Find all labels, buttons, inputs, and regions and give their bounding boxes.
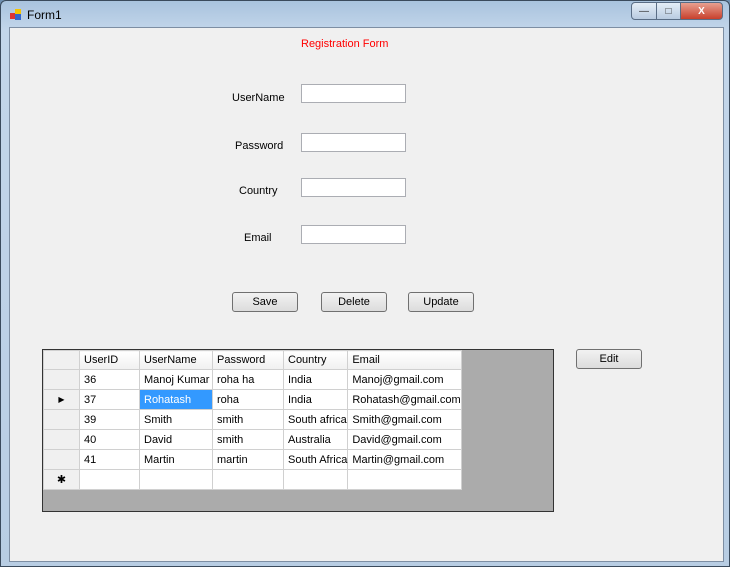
- table-row[interactable]: 40 David smith Australia David@gmail.com: [43, 429, 462, 450]
- cell[interactable]: 37: [79, 389, 140, 410]
- new-row-asterisk-icon[interactable]: ✱: [43, 469, 80, 490]
- column-header-email[interactable]: Email: [347, 350, 462, 370]
- maximize-button[interactable]: □: [656, 2, 681, 20]
- minimize-button[interactable]: —: [631, 2, 657, 20]
- window-title: Form1: [27, 8, 62, 22]
- cell[interactable]: Smith: [139, 409, 213, 430]
- users-data-grid[interactable]: UserID UserName Password Country Email 3…: [42, 349, 554, 512]
- cell[interactable]: India: [282, 389, 349, 410]
- window-frame: Form1 — □ X Registration Form UserName P…: [0, 0, 730, 567]
- cell[interactable]: roha ha: [212, 369, 284, 390]
- row-header[interactable]: [43, 449, 80, 470]
- update-button[interactable]: Update: [408, 292, 474, 312]
- cell[interactable]: David: [139, 429, 213, 450]
- cell[interactable]: Australia: [282, 429, 349, 450]
- row-header[interactable]: [43, 409, 80, 430]
- table-row[interactable]: 39 Smith smith South africa Smith@gmail.com: [43, 409, 462, 430]
- cell[interactable]: martin: [212, 449, 284, 470]
- username-label: UserName: [232, 92, 285, 104]
- selected-cell[interactable]: Rohatash: [139, 389, 213, 410]
- cell[interactable]: Martin@gmail.com: [347, 449, 462, 470]
- column-header-username[interactable]: UserName: [139, 350, 213, 370]
- cell[interactable]: South Africa: [282, 449, 349, 470]
- column-header-userid[interactable]: UserID: [79, 350, 140, 370]
- row-header[interactable]: [43, 429, 80, 450]
- form-heading: Registration Form: [301, 38, 389, 50]
- country-label: Country: [239, 185, 278, 197]
- country-input[interactable]: [301, 178, 406, 197]
- table-row[interactable]: 41 Martin martin South Africa Martin@gmail.c…: [43, 449, 462, 470]
- column-header-country[interactable]: Country: [282, 350, 349, 370]
- delete-button[interactable]: Delete: [321, 292, 387, 312]
- cell[interactable]: 40: [79, 429, 140, 450]
- email-input[interactable]: [301, 225, 406, 244]
- app-icon: [10, 9, 22, 20]
- cell[interactable]: [347, 469, 462, 490]
- cell[interactable]: South africa: [282, 409, 349, 430]
- cell[interactable]: Martin: [139, 449, 213, 470]
- cell[interactable]: 41: [79, 449, 140, 470]
- cell[interactable]: India: [282, 369, 349, 390]
- password-input[interactable]: [301, 133, 406, 152]
- cell[interactable]: smith: [212, 429, 284, 450]
- close-button[interactable]: X: [680, 2, 723, 20]
- cell[interactable]: [212, 469, 284, 490]
- column-header-password[interactable]: Password: [212, 350, 284, 370]
- cell[interactable]: [139, 469, 213, 490]
- cell[interactable]: Manoj@gmail.com: [347, 369, 462, 390]
- cell[interactable]: [79, 469, 140, 490]
- save-button[interactable]: Save: [232, 292, 298, 312]
- password-label: Password: [235, 140, 284, 152]
- form-client-area: Registration Form UserName Password Coun…: [9, 27, 724, 562]
- new-row[interactable]: ✱: [43, 469, 462, 490]
- cell[interactable]: Manoj Kumar: [139, 369, 213, 390]
- corner-header: [43, 350, 80, 370]
- cell[interactable]: Smith@gmail.com: [347, 409, 462, 430]
- cell[interactable]: 39: [79, 409, 140, 430]
- grid-header-row: UserID UserName Password Country Email: [43, 350, 462, 370]
- cell[interactable]: Rohatash@gmail.com: [347, 389, 462, 410]
- edit-button[interactable]: Edit: [576, 349, 642, 369]
- row-header[interactable]: [43, 369, 80, 390]
- table-row[interactable]: 36 Manoj Kumar roha ha India Manoj@gmail.com: [43, 369, 462, 390]
- email-label: Email: [244, 232, 272, 244]
- cell[interactable]: roha: [212, 389, 284, 410]
- cell[interactable]: smith: [212, 409, 284, 430]
- cell[interactable]: 36: [79, 369, 140, 390]
- cell[interactable]: David@gmail.com: [347, 429, 462, 450]
- table-row[interactable]: ▶ 37 Rohatash roha India Rohatash@gmail.com: [43, 389, 462, 410]
- current-row-indicator-icon[interactable]: ▶: [43, 389, 80, 410]
- username-input[interactable]: [301, 84, 406, 103]
- cell[interactable]: [282, 469, 349, 490]
